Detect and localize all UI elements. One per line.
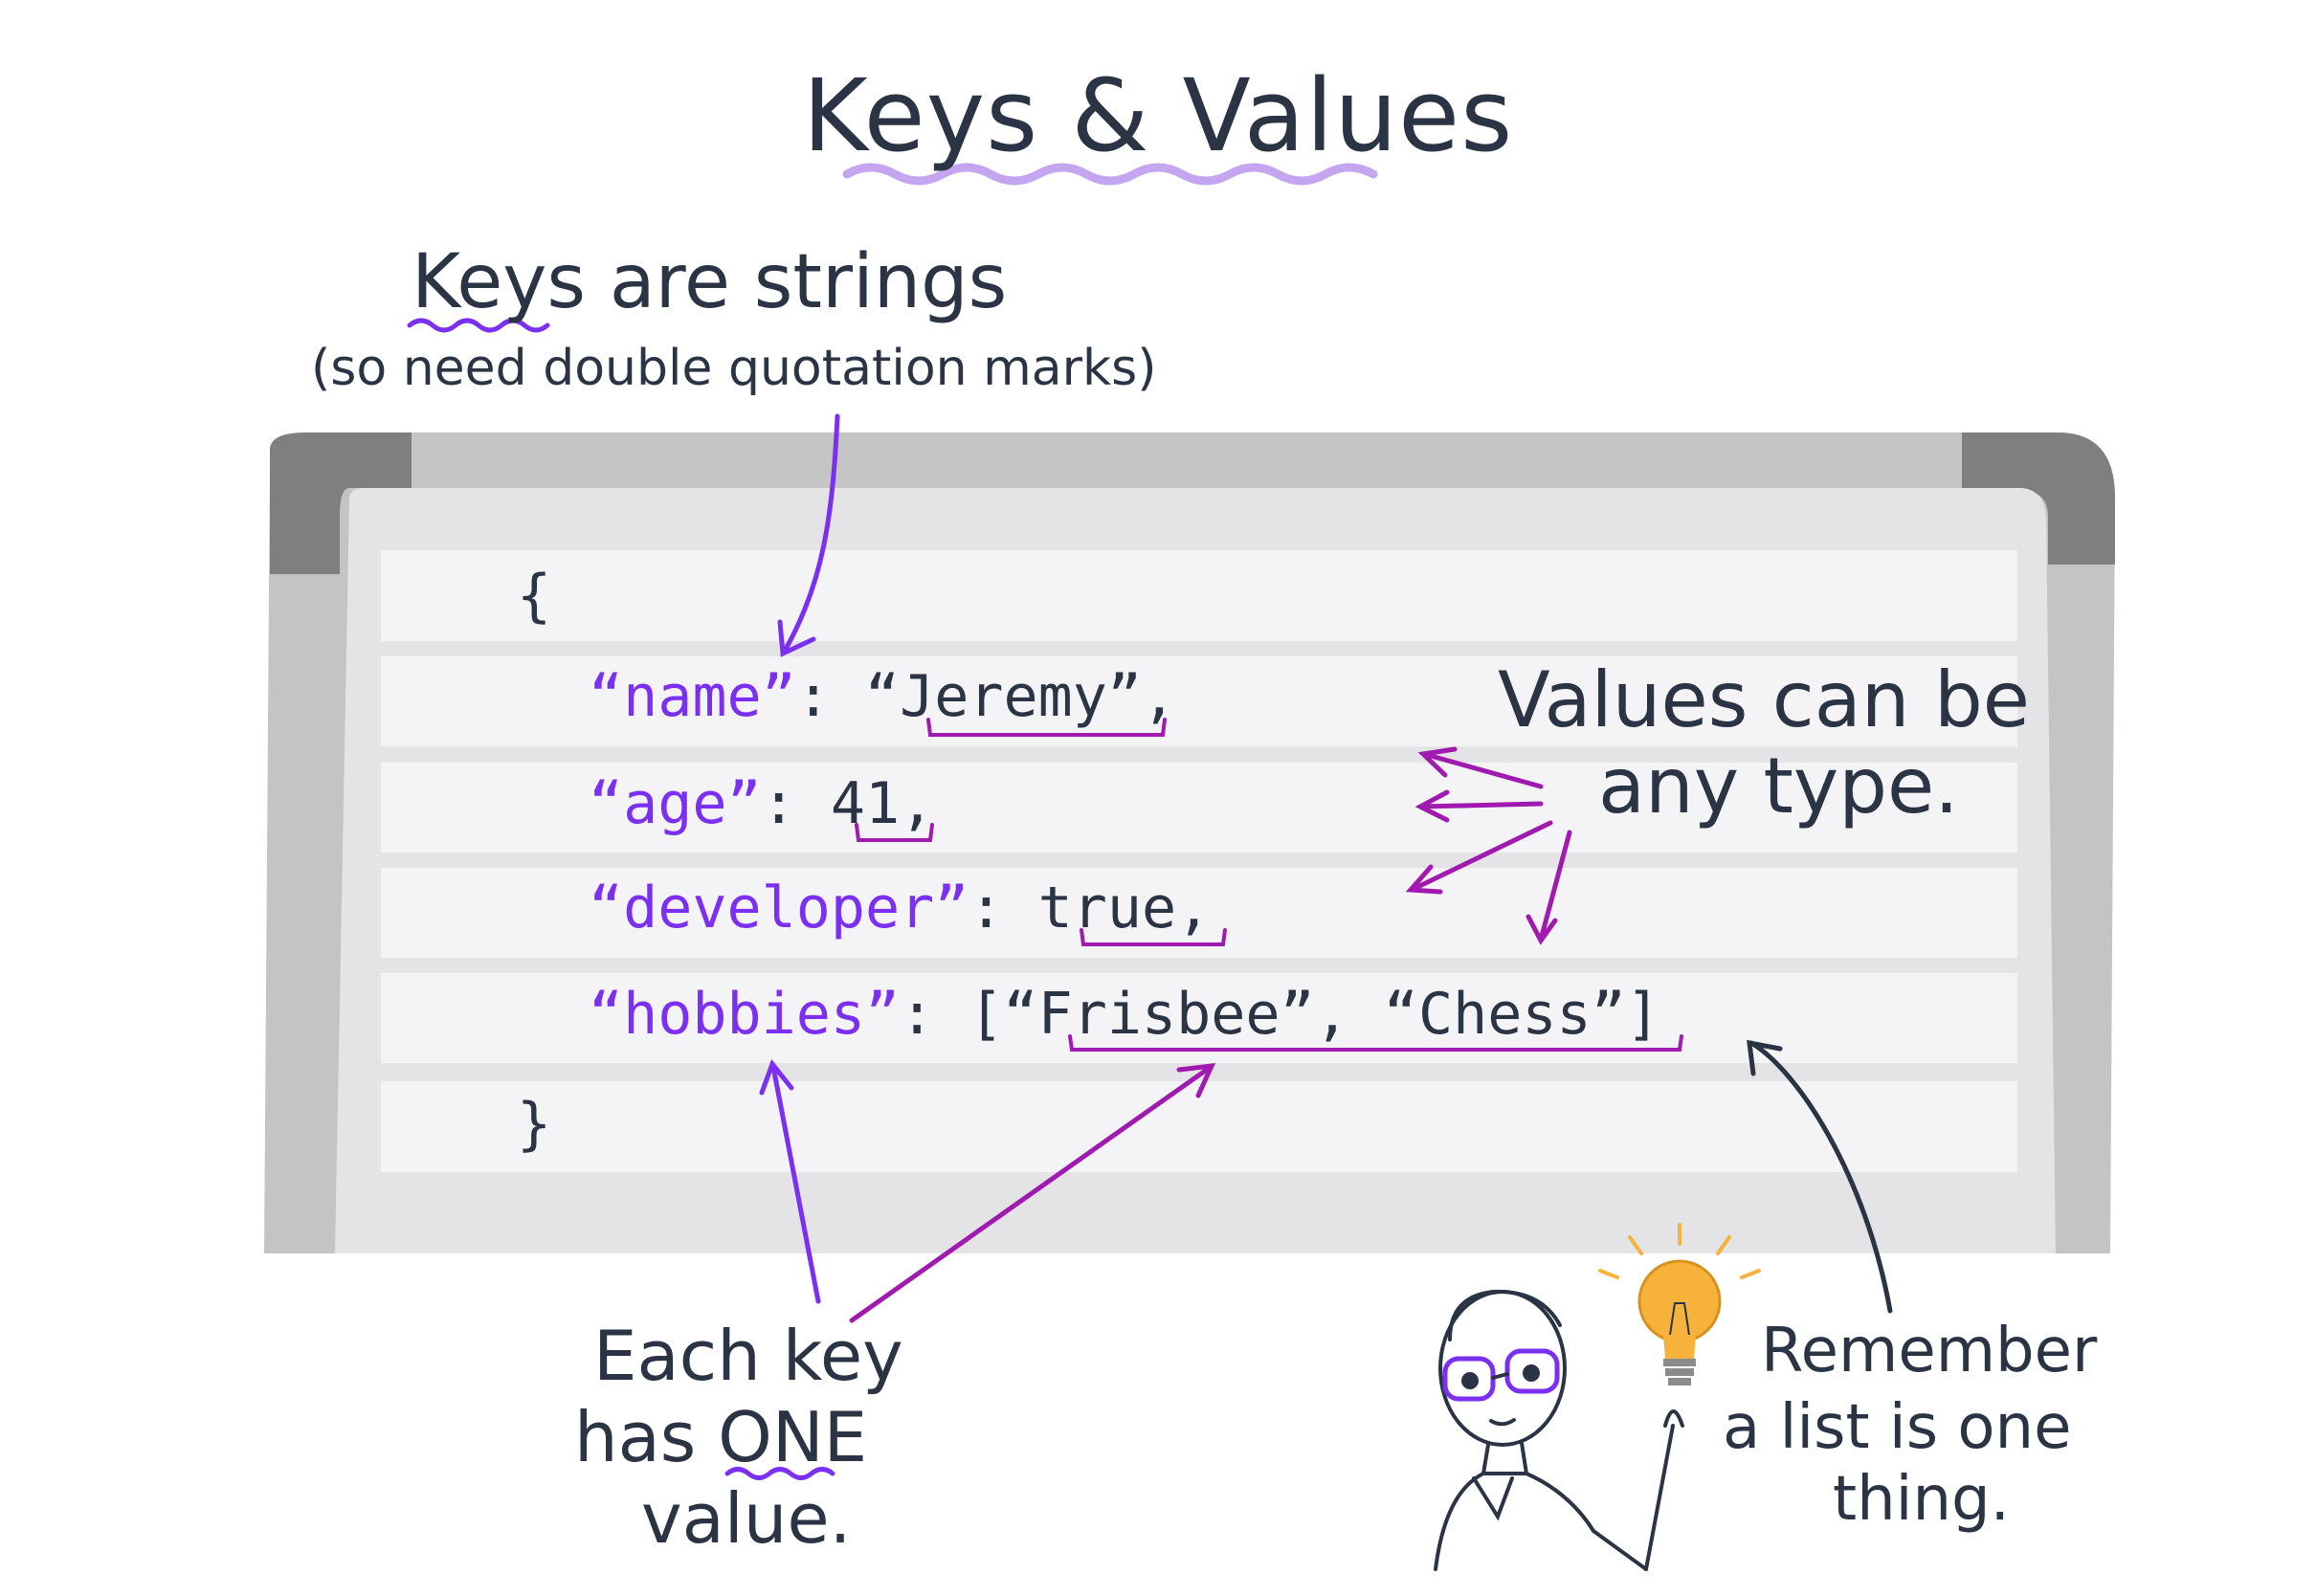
json-comma: , <box>900 770 935 837</box>
json-separator: : <box>795 663 865 730</box>
each-key-note-line-1: Each key <box>593 1316 903 1396</box>
json-line-developer: “developer”: true, <box>589 875 1211 942</box>
json-key-name: “name” <box>589 663 796 730</box>
keys-heading: Keys are strings <box>412 239 1008 325</box>
page-title: Keys & Values <box>802 57 1514 174</box>
code-row-1 <box>381 550 2017 641</box>
json-key-developer: “developer” <box>589 875 969 942</box>
json-open-brace: { <box>517 563 552 630</box>
json-comma: , <box>1141 663 1177 730</box>
json-comma: , <box>1176 875 1212 942</box>
values-note-line-2: any type. <box>1598 742 1959 831</box>
json-separator: : <box>900 981 969 1048</box>
each-key-note-line-3: value. <box>641 1478 852 1559</box>
json-separator: : <box>969 875 1038 942</box>
json-key-hobbies: “hobbies” <box>589 981 901 1048</box>
json-value-age: 41 <box>830 770 901 837</box>
json-key-age: “age” <box>589 770 762 837</box>
values-note-line-1: Values can be <box>1498 655 2030 744</box>
remember-note-line-2: a list is one <box>1723 1392 2072 1463</box>
json-close-brace: } <box>517 1091 552 1158</box>
json-line-hobbies: “hobbies”: [“Frisbee”, “Chess”] <box>589 981 1660 1048</box>
remember-note-line-1: Remember <box>1761 1316 2098 1386</box>
json-value-name: “Jeremy” <box>865 663 1142 730</box>
scientist-character <box>1434 1289 1684 1571</box>
each-key-note-line-2: has ONE <box>574 1397 868 1477</box>
json-value-developer: true <box>1037 875 1177 942</box>
json-line-age: “age”: 41, <box>589 770 934 837</box>
remember-note-line-3: thing. <box>1833 1464 2010 1535</box>
json-value-hobbies: [“Frisbee”, “Chess”] <box>969 981 1660 1048</box>
json-separator: : <box>761 770 831 837</box>
json-line-name: “name”: “Jeremy”, <box>589 663 1176 730</box>
keys-subheading: (so need double quotation marks) <box>311 340 1157 397</box>
